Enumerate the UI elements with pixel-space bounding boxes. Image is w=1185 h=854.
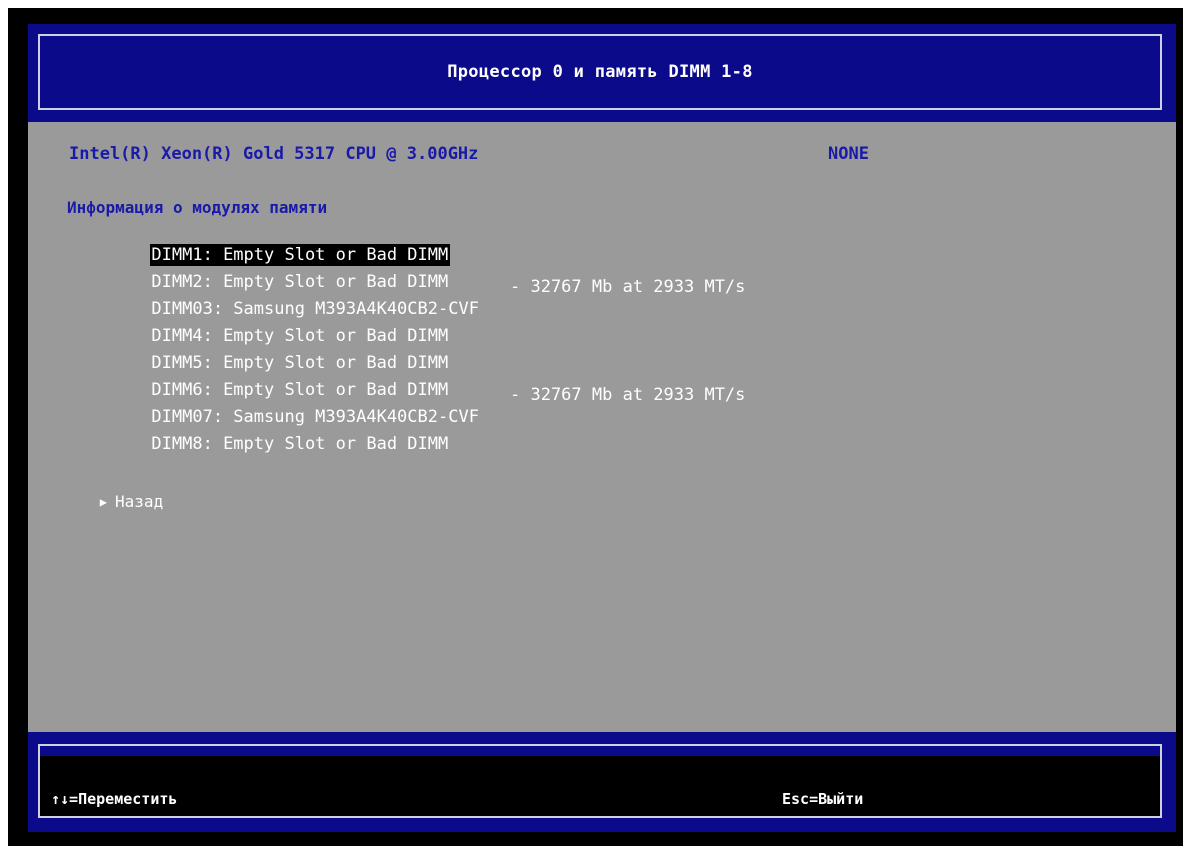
footer-strip (40, 746, 1160, 756)
triangle-right-icon: ▶ (99, 495, 108, 509)
cpu-model-label: Intel(R) Xeon(R) Gold 5317 CPU @ 3.00GHz (69, 144, 479, 164)
bios-screen: Процессор 0 и память DIMM 1-8 Intel(R) X… (0, 0, 1185, 854)
dimm-size-info: - 32767 Mb at 2933 MT/s (510, 385, 746, 405)
move-hint: ↑↓=Переместить (51, 790, 178, 808)
main-panel: Intel(R) Xeon(R) Gold 5317 CPU @ 3.00GHz… (28, 122, 1176, 732)
footer-bar: ↑↓=Переместить Esc=Выйти (28, 732, 1176, 832)
back-label: Назад (115, 492, 164, 511)
cpu-status-value: NONE (828, 144, 869, 164)
header-border: Процессор 0 и память DIMM 1-8 (38, 34, 1162, 110)
dimm-size-info: - 32767 Mb at 2933 MT/s (510, 277, 746, 297)
back-menu-item[interactable]: ▶ Назад (42, 469, 163, 536)
memory-info-heading: Информация о модулях памяти (67, 198, 328, 217)
page-title: Процессор 0 и память DIMM 1-8 (447, 62, 753, 82)
dimm-slot-label: DIMM8: Empty Slot or Bad DIMM (151, 434, 449, 454)
exit-hint: Esc=Выйти (782, 790, 864, 808)
footer-border: ↑↓=Переместить Esc=Выйти (38, 744, 1162, 818)
header-bar: Процессор 0 и память DIMM 1-8 (28, 24, 1176, 122)
